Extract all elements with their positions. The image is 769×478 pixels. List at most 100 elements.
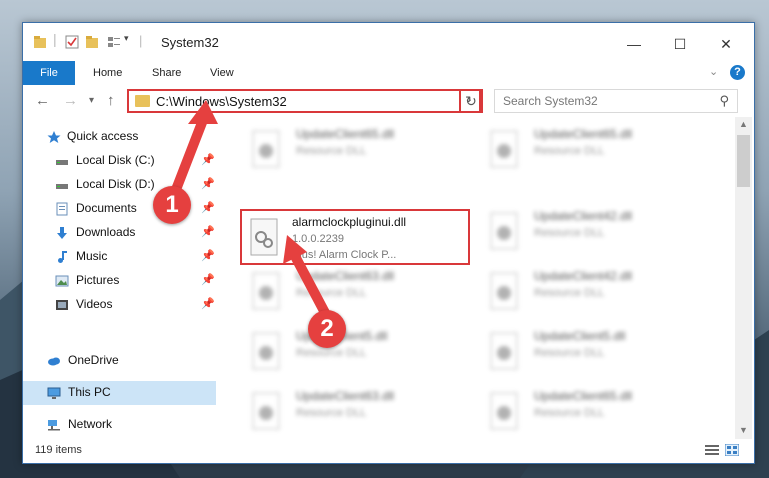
file-name: alarmclockpluginui.dll — [292, 215, 407, 229]
search-placeholder[interactable]: Search System32 — [503, 94, 598, 108]
dll-file-icon — [490, 272, 518, 310]
help-icon[interactable]: ? — [730, 65, 745, 80]
up-arrow-icon[interactable]: ↑ — [107, 92, 115, 109]
network-icon — [48, 420, 60, 431]
expand-ribbon-icon[interactable]: ⌄ — [709, 65, 718, 78]
pin-icon[interactable]: 📌 — [201, 225, 215, 238]
file-tile[interactable]: UpdateClient5.dll Resource DLL — [238, 327, 468, 383]
step-badge-1: 1 — [153, 186, 191, 224]
search-box[interactable]: Search System32 ⚲ — [494, 89, 738, 113]
sidebar-item-label: Downloads — [76, 225, 136, 239]
sidebar-item-quick-access[interactable]: Quick access — [23, 125, 216, 149]
folder-icon — [34, 36, 46, 48]
new-folder-icon[interactable] — [85, 35, 99, 49]
pictures-icon — [55, 275, 69, 287]
sidebar-item-label: Pictures — [76, 273, 120, 287]
sidebar-item-label: Local Disk (D:) — [76, 177, 155, 191]
sidebar-item-pictures[interactable]: Pictures 📌 — [23, 269, 216, 293]
file-name: UpdateClient42.dll — [534, 269, 633, 283]
pin-icon[interactable]: 📌 — [201, 297, 215, 310]
dll-file-icon — [490, 392, 518, 430]
sidebar-item-onedrive[interactable]: OneDrive — [23, 349, 216, 373]
pin-icon[interactable]: 📌 — [201, 273, 215, 286]
drive-icon — [56, 184, 68, 189]
download-icon — [57, 227, 67, 239]
file-tile[interactable]: UpdateClient63.dll Resource DLL — [238, 387, 468, 439]
sidebar-item-local-disk-c[interactable]: Local Disk (C:) 📌 — [23, 149, 216, 173]
sidebar-item-this-pc[interactable]: This PC — [23, 381, 216, 405]
step-badge-2: 2 — [308, 310, 346, 348]
forward-arrow-icon[interactable]: → — [63, 92, 78, 109]
scroll-up-icon[interactable]: ▲ — [739, 119, 748, 129]
file-type: Resource DLL — [296, 287, 367, 299]
back-arrow-icon[interactable]: ← — [35, 92, 50, 109]
tab-home[interactable]: Home — [93, 61, 122, 85]
file-description: Plus! Alarm Clock P... — [292, 249, 397, 261]
minimize-button[interactable]: — — [611, 31, 657, 57]
tab-view[interactable]: View — [210, 61, 234, 85]
details-view-icon[interactable] — [705, 444, 719, 456]
sidebar-item-label: Documents — [76, 201, 137, 215]
sidebar-item-network[interactable]: Network — [23, 413, 216, 437]
sidebar-item-label: This PC — [68, 385, 111, 399]
scroll-down-icon[interactable]: ▼ — [739, 425, 748, 435]
documents-icon — [56, 202, 68, 216]
sidebar-item-label: OneDrive — [68, 353, 119, 367]
properties-icon[interactable] — [65, 35, 79, 49]
videos-icon — [56, 300, 68, 310]
file-version: 1.0.0.2239 — [292, 233, 344, 245]
file-explorer-window: | ▾ | System32 — ☐ ✕ File Home Share Vie… — [22, 22, 755, 464]
file-type: Resource DLL — [296, 407, 367, 419]
file-type: Resource DLL — [534, 145, 605, 157]
file-name: UpdateClient5.dll — [534, 329, 626, 343]
sidebar-item-label: Quick access — [67, 129, 139, 143]
file-tile-highlighted[interactable]: alarmclockpluginui.dll 1.0.0.2239 Plus! … — [240, 209, 470, 265]
file-name: UpdateClient65.dll — [534, 389, 633, 403]
file-type: Resource DLL — [296, 145, 367, 157]
window-title: System32 — [161, 35, 219, 50]
file-tile[interactable]: UpdateClient63.dll Resource DLL — [238, 267, 468, 323]
file-tile[interactable]: UpdateClient65.dll Resource DLL — [476, 125, 706, 181]
pin-icon[interactable]: 📌 — [201, 177, 215, 190]
cloud-icon — [48, 357, 60, 366]
customize-toolbar-icon[interactable] — [107, 35, 121, 49]
maximize-button[interactable]: ☐ — [657, 31, 703, 57]
file-list: UpdateClient65.dll Resource DLL alarmclo… — [228, 117, 733, 439]
file-name: UpdateClient65.dll — [534, 127, 633, 141]
close-button[interactable]: ✕ — [703, 31, 749, 57]
sidebar-item-downloads[interactable]: Downloads 📌 — [23, 221, 216, 245]
pin-icon[interactable]: 📌 — [201, 201, 215, 214]
file-tile[interactable]: UpdateClient42.dll Resource DLL — [476, 207, 706, 263]
toolbar-dropdown-icon[interactable]: ▾ — [124, 33, 129, 44]
large-icons-view-icon[interactable] — [725, 444, 739, 456]
pin-icon[interactable]: 📌 — [201, 153, 215, 166]
address-path[interactable]: C:\Windows\System32 — [156, 94, 287, 109]
dll-file-icon — [252, 272, 280, 310]
pin-icon[interactable]: 📌 — [201, 249, 215, 262]
tab-file[interactable]: File — [23, 61, 75, 85]
sidebar-item-label: Videos — [76, 297, 113, 311]
tab-share[interactable]: Share — [152, 61, 181, 85]
file-tile[interactable]: UpdateClient5.dll Resource DLL — [476, 327, 706, 383]
vertical-scrollbar[interactable]: ▲ ▼ — [735, 117, 752, 439]
item-count: 119 items — [35, 444, 82, 456]
refresh-button[interactable]: ↻ — [459, 89, 483, 113]
dll-file-icon — [252, 130, 280, 168]
star-icon — [47, 131, 61, 143]
recent-locations-icon[interactable]: ▾ — [89, 95, 94, 106]
sidebar-item-videos[interactable]: Videos 📌 — [23, 293, 216, 317]
refresh-icon: ↻ — [465, 93, 477, 109]
file-name: UpdateClient42.dll — [534, 209, 633, 223]
search-icon[interactable]: ⚲ — [719, 93, 729, 109]
music-icon — [58, 251, 67, 263]
file-tile[interactable]: UpdateClient42.dll Resource DLL — [476, 267, 706, 323]
address-bar[interactable]: C:\Windows\System32 ⌄ — [127, 89, 481, 113]
dll-file-icon — [252, 392, 280, 430]
sidebar-item-label: Music — [76, 249, 108, 263]
file-tile[interactable]: UpdateClient65.dll Resource DLL — [238, 125, 468, 181]
sidebar-item-music[interactable]: Music 📌 — [23, 245, 216, 269]
file-tile[interactable]: UpdateClient65.dll Resource DLL — [476, 387, 706, 439]
scroll-thumb[interactable] — [737, 135, 750, 187]
folder-icon — [135, 95, 150, 107]
dll-file-icon — [252, 332, 280, 370]
